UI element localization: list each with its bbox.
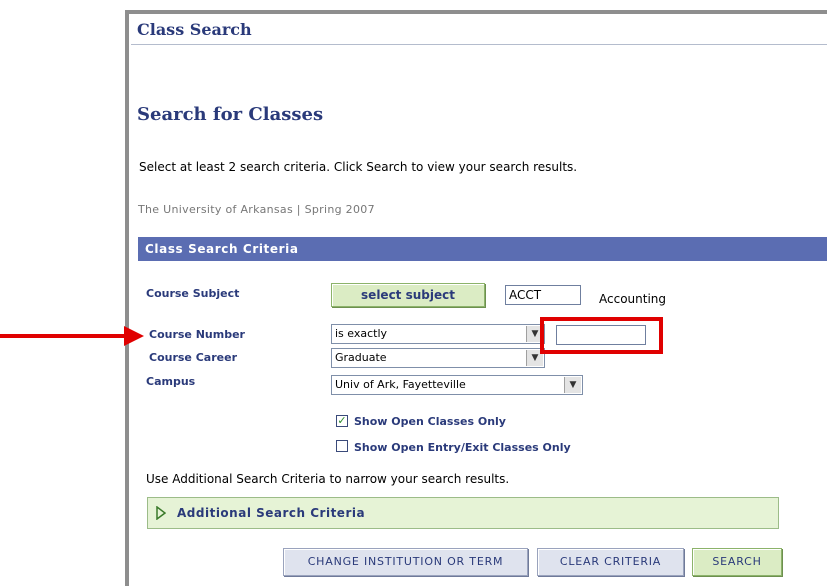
change-institution-button[interactable]: Change Institution or Term xyxy=(283,548,528,576)
open-classes-label: Show Open Classes Only xyxy=(354,415,506,428)
search-button[interactable]: Search xyxy=(692,548,782,576)
title-divider xyxy=(131,44,827,45)
campus-value: Univ of Ark, Fayetteville xyxy=(335,378,466,391)
course-subject-label: Course Subject xyxy=(146,287,240,300)
instructions-text: Select at least 2 search criteria. Click… xyxy=(139,160,578,174)
open-entry-checkbox[interactable] xyxy=(336,440,348,452)
additional-criteria-hint: Use Additional Search Criteria to narrow… xyxy=(146,472,510,486)
chevron-down-icon: ▼ xyxy=(564,377,581,393)
window-border-top xyxy=(125,10,827,14)
page-section-title: Class Search xyxy=(137,20,252,39)
clear-criteria-button[interactable]: Clear Criteria xyxy=(537,548,684,576)
checkmark-icon: ✓ xyxy=(337,414,347,427)
course-number-operator-value: is exactly xyxy=(335,327,388,340)
annotation-highlight-box xyxy=(540,317,663,354)
course-number-operator-select[interactable]: is exactly ▼ xyxy=(331,324,545,344)
criteria-header-bar: Class Search Criteria xyxy=(138,237,827,261)
criteria-header-title: Class Search Criteria xyxy=(145,242,299,256)
subject-input[interactable]: ACCT xyxy=(505,285,581,305)
open-classes-checkbox[interactable]: ✓ xyxy=(336,415,348,427)
additional-criteria-link[interactable]: Additional Search Criteria xyxy=(177,506,365,520)
page-heading: Search for Classes xyxy=(137,104,324,125)
campus-select[interactable]: Univ of Ark, Fayetteville ▼ xyxy=(331,375,583,395)
course-career-select[interactable]: Graduate ▼ xyxy=(331,348,545,368)
additional-criteria-section[interactable]: Additional Search Criteria xyxy=(147,497,779,529)
open-entry-label: Show Open Entry/Exit Classes Only xyxy=(354,441,571,454)
institution-term-text: The University of Arkansas | Spring 2007 xyxy=(138,203,375,216)
course-career-value: Graduate xyxy=(335,351,387,364)
course-career-label: Course Career xyxy=(149,351,237,364)
campus-label: Campus xyxy=(146,375,196,388)
arrow-right-icon xyxy=(124,326,144,346)
window-border-left xyxy=(125,10,129,586)
select-subject-button[interactable]: select subject xyxy=(331,283,485,307)
triangle-right-icon xyxy=(156,506,166,520)
annotation-arrow-shaft xyxy=(0,334,130,338)
course-number-label: Course Number xyxy=(149,328,245,341)
subject-description: Accounting xyxy=(599,292,667,306)
